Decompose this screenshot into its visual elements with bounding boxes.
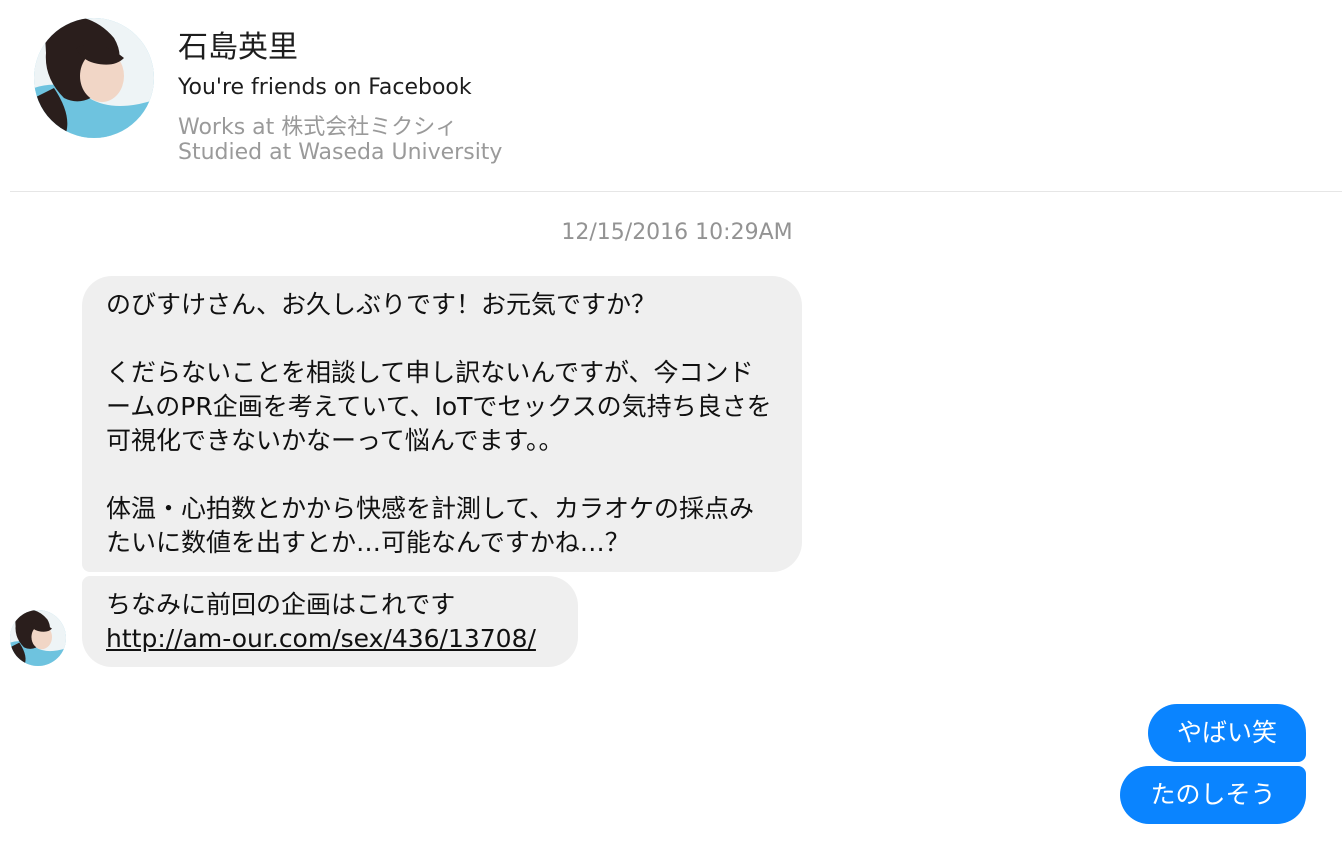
message-timestamp: 12/15/2016 10:29AM: [561, 220, 793, 245]
contact-name[interactable]: 石島英里: [178, 22, 298, 66]
messenger-conversation: 石島英里 You're friends on Facebook Works at…: [0, 0, 1344, 846]
incoming-message[interactable]: ちなみに前回の企画はこれです http://am-our.com/sex/436…: [82, 576, 578, 667]
message-text: ちなみに前回の企画はこれです: [106, 590, 456, 619]
contact-avatar[interactable]: [34, 18, 154, 138]
avatar-image: [10, 610, 66, 666]
avatar-image: [34, 18, 154, 138]
profile-header: 石島英里 You're friends on Facebook Works at…: [0, 0, 1344, 192]
contact-education: Studied at Waseda University: [178, 140, 503, 165]
contact-work: Works at 株式会社ミクシィ: [178, 115, 458, 140]
message-link[interactable]: http://am-our.com/sex/436/13708/: [106, 624, 536, 653]
outgoing-message[interactable]: たのしそう: [1120, 766, 1306, 824]
friendship-status: You're friends on Facebook: [178, 75, 472, 100]
incoming-message[interactable]: のびすけさん、お久しぶりです！お元気ですか？ くだらないことを相談して申し訳ない…: [82, 276, 802, 572]
header-divider: [10, 191, 1342, 192]
outgoing-message[interactable]: やばい笑: [1148, 704, 1306, 762]
sender-avatar[interactable]: [10, 610, 66, 666]
